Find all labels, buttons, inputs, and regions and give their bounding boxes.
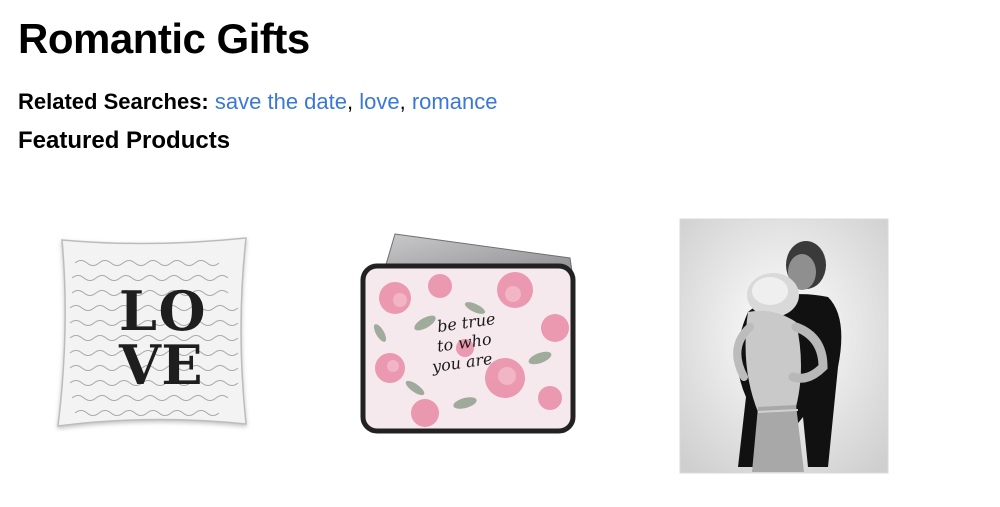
product-couple-photo-print[interactable]: [678, 217, 890, 475]
related-link-love[interactable]: love: [359, 89, 399, 114]
product-floral-laptop-sleeve[interactable]: be true to who you are: [355, 228, 580, 438]
separator: ,: [347, 89, 354, 114]
separator: ,: [399, 89, 406, 114]
svg-text:E: E: [161, 333, 202, 397]
page-title: Romantic Gifts: [18, 15, 310, 62]
svg-text:V: V: [118, 333, 162, 397]
love-pillow-image: L O V E: [57, 237, 247, 427]
related-link-romance[interactable]: romance: [412, 89, 498, 114]
couple-photo-image: [679, 218, 889, 474]
floral-laptop-sleeve-image: be true to who you are: [360, 233, 576, 434]
related-link-save-the-date[interactable]: save the date: [215, 89, 347, 114]
related-searches: Related Searches: save the date, love, r…: [18, 88, 497, 116]
featured-products-heading: Featured Products: [18, 127, 231, 154]
related-searches-label: Related Searches:: [18, 89, 209, 114]
product-love-pillow[interactable]: L O V E: [50, 228, 255, 433]
